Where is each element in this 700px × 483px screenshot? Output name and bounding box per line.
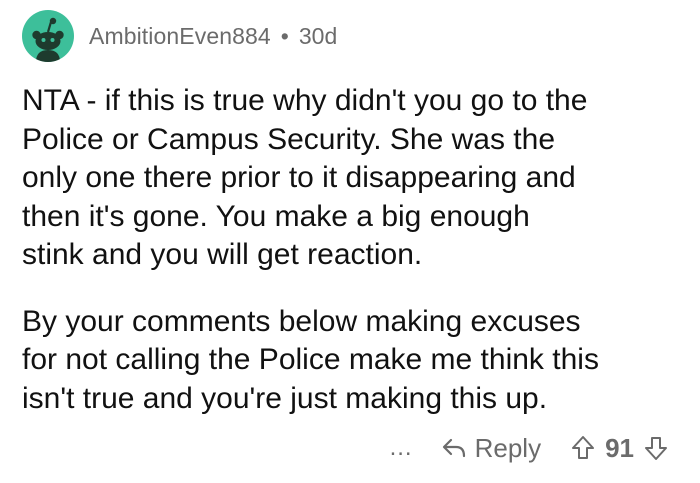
reply-arrow-icon	[441, 437, 467, 459]
reply-button[interactable]: Reply	[441, 433, 541, 464]
reply-label: Reply	[474, 432, 542, 463]
downvote-arrow-icon[interactable]	[644, 435, 668, 461]
comment-username[interactable]: AmbitionEven884	[89, 23, 271, 50]
comment-paragraph-2: By your comments below making excuses fo…	[22, 304, 599, 415]
meta-separator: •	[280, 22, 289, 49]
snoo-icon	[32, 17, 64, 62]
comment-body: NTA - if this is true why didn't you go …	[22, 82, 682, 418]
comment-actions: ... Reply 91	[390, 428, 668, 468]
upvote-arrow-icon[interactable]	[571, 435, 595, 461]
comment-age: 30d	[298, 22, 338, 49]
vote-controls: 91	[571, 433, 668, 464]
comment-paragraph-1: NTA - if this is true why didn't you go …	[22, 84, 588, 271]
vote-count: 91	[605, 432, 634, 463]
comment-header: AmbitionEven884 • 30d	[22, 10, 337, 62]
more-options-button[interactable]: ...	[390, 434, 413, 462]
user-avatar-icon[interactable]	[22, 10, 74, 62]
